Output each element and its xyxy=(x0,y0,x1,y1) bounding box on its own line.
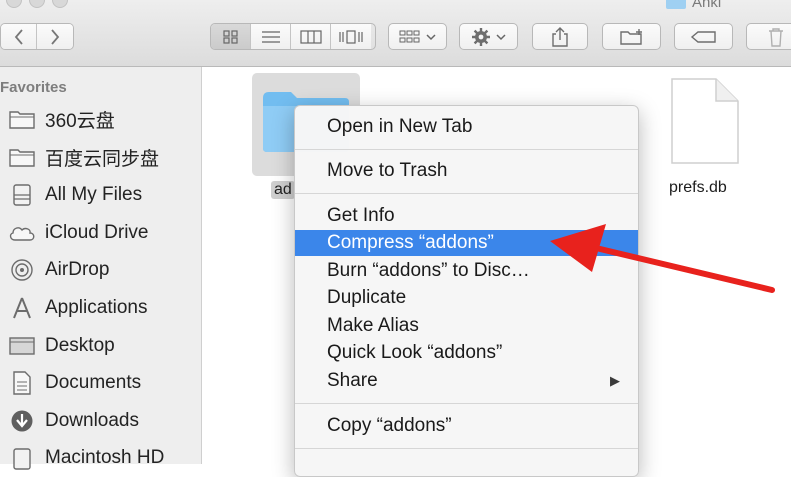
cover-flow-view-button[interactable] xyxy=(331,24,371,49)
columns-icon xyxy=(299,29,322,44)
sidebar-item-applications[interactable]: Applications xyxy=(8,293,147,323)
window-title-text: Anki xyxy=(692,0,722,11)
back-button[interactable] xyxy=(1,24,38,49)
folder-name-label[interactable]: ad xyxy=(271,181,295,199)
forward-button[interactable] xyxy=(37,24,73,49)
menu-item-duplicate[interactable]: Duplicate xyxy=(295,285,638,311)
sidebar-item-label: 360云盘 xyxy=(45,110,115,132)
sidebar-item-label: Documents xyxy=(45,372,142,393)
all-files-icon xyxy=(8,183,36,207)
arrange-icon xyxy=(399,30,419,42)
view-mode-switcher xyxy=(210,23,376,50)
share-icon xyxy=(552,26,568,47)
delete-button[interactable] xyxy=(746,23,791,50)
downloads-icon xyxy=(8,409,36,433)
menu-item-label: Share xyxy=(327,370,378,391)
sidebar-item-label: Applications xyxy=(45,297,148,318)
menu-item-copy[interactable]: Copy “addons” xyxy=(295,413,638,439)
close-window-button[interactable] xyxy=(6,0,22,8)
list-view-button[interactable] xyxy=(251,24,291,49)
menu-item-open-in-new-tab[interactable]: Open in New Tab xyxy=(295,114,638,140)
folder-icon xyxy=(8,107,36,131)
sidebar-item-downloads[interactable]: Downloads xyxy=(8,406,139,436)
sidebar-item-label: iCloud Drive xyxy=(45,222,149,243)
menu-separator xyxy=(295,448,638,449)
menu-item-quick-look[interactable]: Quick Look “addons” xyxy=(295,340,638,366)
grid-icon xyxy=(222,29,238,44)
document-icon[interactable] xyxy=(668,77,740,165)
sidebar-item-airdrop[interactable]: AirDrop xyxy=(8,255,109,285)
sidebar-item-360yunpan[interactable]: 360云盘 xyxy=(8,104,115,134)
new-folder-icon xyxy=(619,28,642,45)
sidebar-item-baiduyun[interactable]: 百度云同步盘 xyxy=(8,142,159,172)
disk-icon xyxy=(8,446,36,470)
gear-icon xyxy=(471,27,490,46)
context-menu: Open in New Tab Move to Trash Get Info C… xyxy=(294,105,639,477)
sidebar-item-label: Desktop xyxy=(45,335,115,356)
share-button[interactable] xyxy=(532,23,588,50)
trash-icon xyxy=(768,27,783,47)
sidebar-item-macintosh-hd[interactable]: Macintosh HD xyxy=(8,443,164,473)
sidebar-item-documents[interactable]: Documents xyxy=(8,368,141,398)
toolbar: Anki xyxy=(0,0,791,67)
window-title: Anki xyxy=(666,0,721,11)
minimize-window-button[interactable] xyxy=(29,0,45,8)
menu-separator xyxy=(295,149,638,150)
menu-item-move-to-trash[interactable]: Move to Trash xyxy=(295,158,638,184)
sidebar-item-icloud-drive[interactable]: iCloud Drive xyxy=(8,218,148,248)
folder-icon xyxy=(666,0,686,9)
action-button[interactable] xyxy=(459,23,518,50)
menu-separator xyxy=(295,403,638,404)
icon-view-button[interactable] xyxy=(211,24,251,49)
column-view-button[interactable] xyxy=(291,24,331,49)
desktop-icon xyxy=(8,334,36,358)
menu-item-compress[interactable]: Compress “addons” xyxy=(295,230,638,256)
arrange-button[interactable] xyxy=(388,23,447,50)
chevron-left-icon xyxy=(14,28,23,45)
sidebar: Favorites 360云盘 百度云同步盘 All My Files iClo… xyxy=(0,67,202,470)
folder-icon xyxy=(8,145,36,169)
chevron-right-icon xyxy=(51,28,60,45)
zoom-window-button[interactable] xyxy=(52,0,68,8)
sidebar-item-label: Macintosh HD xyxy=(45,447,165,468)
chevron-down-icon xyxy=(495,33,506,40)
documents-icon xyxy=(8,371,36,395)
file-name-label[interactable]: prefs.db xyxy=(669,179,727,197)
submenu-arrow-icon: ▶ xyxy=(610,373,620,388)
sidebar-item-label: All My Files xyxy=(45,184,143,205)
menu-item-burn-to-disc[interactable]: Burn “addons” to Disc… xyxy=(295,258,638,284)
chevron-down-icon xyxy=(425,33,436,40)
tag-icon xyxy=(690,30,716,43)
menu-item-make-alias[interactable]: Make Alias xyxy=(295,313,638,339)
sidebar-item-label: Downloads xyxy=(45,410,139,431)
list-icon xyxy=(261,30,280,43)
tags-button[interactable] xyxy=(674,23,733,50)
back-forward-buttons xyxy=(0,23,74,50)
sidebar-item-label: AirDrop xyxy=(45,259,110,280)
sidebar-heading: Favorites xyxy=(0,79,67,96)
new-folder-button[interactable] xyxy=(602,23,661,50)
menu-separator xyxy=(295,193,638,194)
menu-item-share[interactable]: Share ▶ xyxy=(295,368,638,394)
sidebar-item-desktop[interactable]: Desktop xyxy=(8,331,115,361)
cover-flow-icon xyxy=(339,29,363,44)
airdrop-icon xyxy=(8,258,36,282)
cloud-icon xyxy=(8,221,36,245)
sidebar-item-label: 百度云同步盘 xyxy=(45,148,160,170)
menu-item-get-info[interactable]: Get Info xyxy=(295,203,638,229)
applications-icon xyxy=(8,296,36,320)
sidebar-item-all-my-files[interactable]: All My Files xyxy=(8,180,142,210)
